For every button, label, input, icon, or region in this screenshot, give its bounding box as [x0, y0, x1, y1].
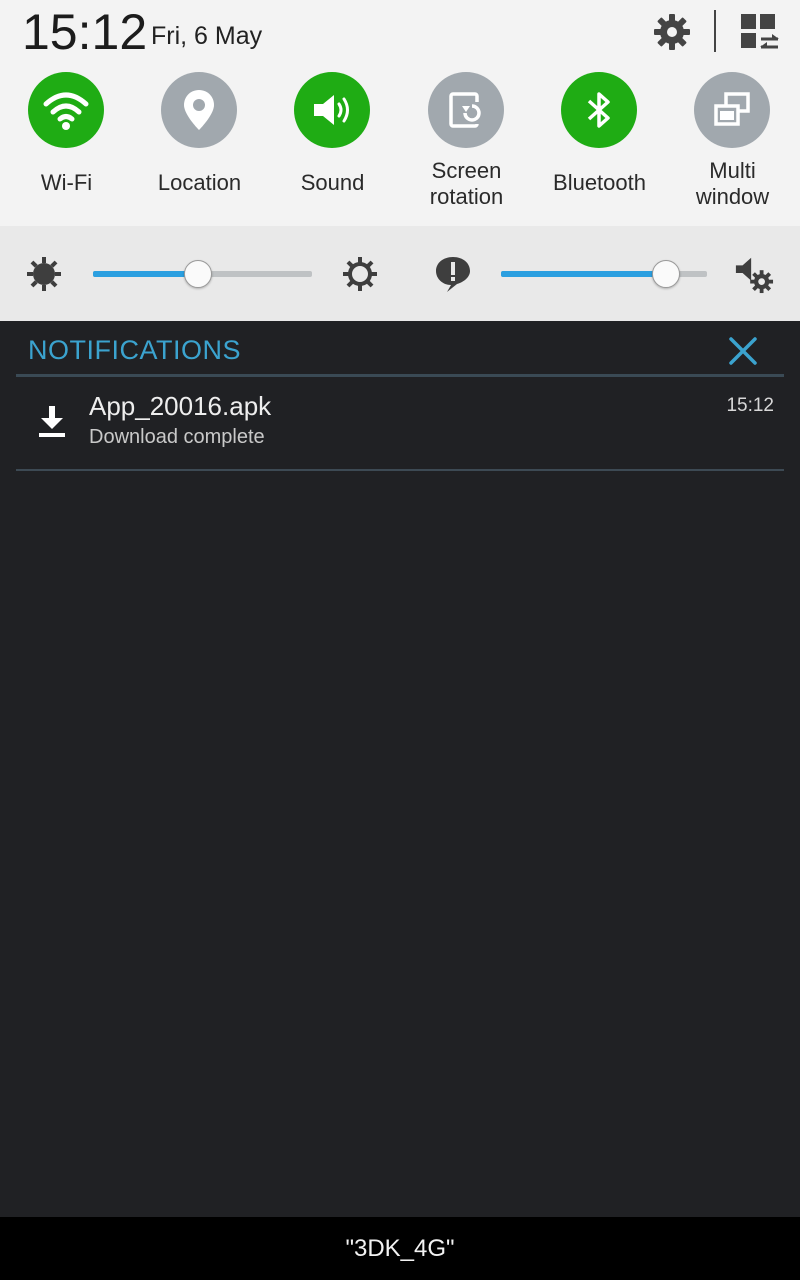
edit-quick-settings-button[interactable] [736, 8, 784, 56]
toggle-sound-label: Sound [300, 170, 365, 195]
sound-settings-icon[interactable] [734, 254, 774, 294]
toggle-bluetooth[interactable]: Bluetooth [533, 72, 666, 222]
clear-notifications-icon[interactable] [724, 332, 762, 370]
slider-panel [0, 226, 800, 321]
multi-window-icon [714, 92, 750, 126]
toggle-rotation-label-line1: Screen [431, 158, 502, 183]
settings-button[interactable] [648, 8, 696, 56]
toggle-location-label: Location [157, 170, 242, 195]
notification-volume-slider-thumb[interactable] [652, 260, 680, 288]
notification-title: App_20016.apk [89, 391, 272, 421]
speaker-icon [314, 95, 349, 125]
rotation-icon [449, 92, 482, 128]
toggle-bluetooth-circle[interactable] [561, 72, 637, 148]
brightness-slider-fill [93, 271, 198, 277]
clock-date[interactable]: Fri, 6 May [151, 22, 262, 51]
toggle-multiwindow-label-line2: window [695, 184, 770, 209]
brightness-high-icon[interactable] [340, 254, 380, 294]
brightness-low-icon[interactable] [24, 254, 64, 294]
status-header: 15:12 Fri, 6 May [0, 0, 800, 64]
header-divider [714, 10, 716, 52]
gear-icon [654, 14, 690, 50]
location-pin-icon [184, 90, 214, 130]
toggle-rotation-label: Screen rotation [400, 158, 533, 210]
notifications-divider [16, 374, 784, 377]
toggle-rotation-circle[interactable] [428, 72, 504, 148]
notification-divider [16, 469, 784, 471]
toggle-rotation-label-line2: rotation [429, 184, 504, 209]
carrier-label: "3DK_4G" [0, 1217, 800, 1280]
toggle-bluetooth-label: Bluetooth [553, 170, 646, 195]
toggle-sound-circle[interactable] [294, 72, 370, 148]
toggle-multi-window[interactable]: Multi window [666, 72, 799, 222]
notifications-header: NOTIFICATIONS [28, 335, 241, 365]
download-icon [39, 406, 65, 437]
brightness-slider[interactable] [93, 260, 312, 288]
grid-edit-icon [741, 14, 779, 49]
quick-toggles: Wi-Fi Location Sound Screen rotation Blu… [0, 64, 800, 226]
toggle-wifi[interactable]: Wi-Fi [0, 72, 133, 222]
toggle-multiwindow-label-line1: Multi [709, 158, 756, 183]
clock-time: 15:12 [22, 4, 148, 60]
notification-time: 15:12 [726, 395, 774, 416]
toggle-location-circle[interactable] [161, 72, 237, 148]
notification-item[interactable]: App_20016.apk Download complete 15:12 [16, 378, 784, 470]
notification-volume-slider-fill [501, 271, 666, 277]
toggle-sound[interactable]: Sound [266, 72, 399, 222]
toggle-wifi-circle[interactable] [28, 72, 104, 148]
toggle-wifi-label: Wi-Fi [40, 170, 93, 195]
bluetooth-icon [587, 92, 610, 128]
toggle-multiwindow-label: Multi window [666, 158, 799, 210]
toggle-location[interactable]: Location [133, 72, 266, 222]
notification-alert-icon [436, 257, 470, 292]
toggle-multiwindow-circle[interactable] [694, 72, 770, 148]
notification-volume-slider[interactable] [501, 260, 707, 288]
notification-subtitle: Download complete [89, 426, 265, 448]
wifi-icon [43, 92, 89, 130]
brightness-slider-thumb[interactable] [184, 260, 212, 288]
toggle-screen-rotation[interactable]: Screen rotation [400, 72, 533, 222]
